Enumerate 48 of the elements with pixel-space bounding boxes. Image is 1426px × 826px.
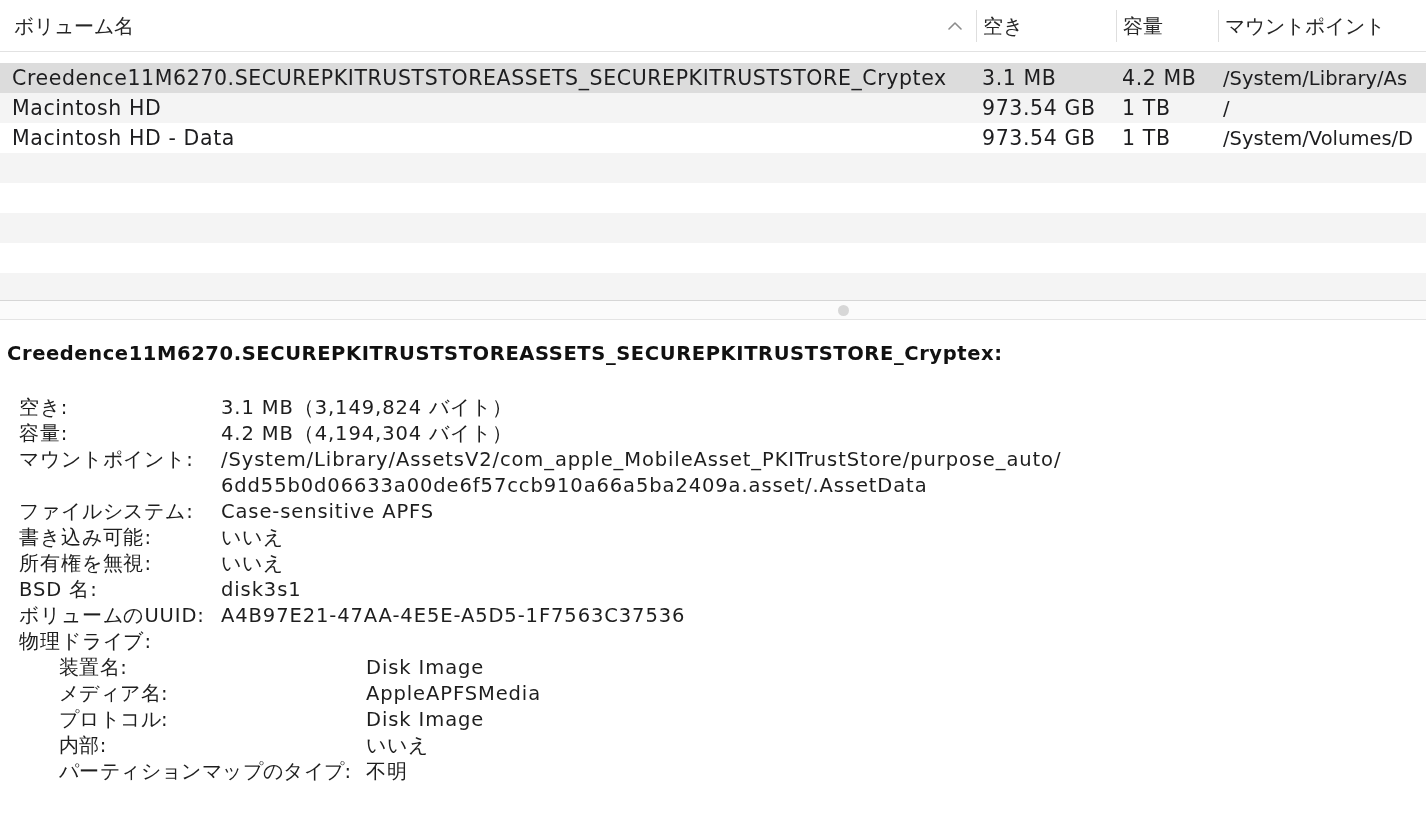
- field-value: disk3s1: [221, 577, 302, 603]
- field-value: Disk Image: [366, 707, 485, 733]
- field-label: 物理ドライブ:: [19, 629, 153, 655]
- table-cell-text: 1 TB: [1121, 95, 1172, 122]
- column-header[interactable]: 空き: [976, 9, 1116, 42]
- table-cell-text: Macintosh HD: [11, 95, 163, 122]
- field-label: メディア名:: [59, 681, 169, 707]
- field-value: いいえ: [366, 733, 429, 759]
- field-value: 4.2 MB（4,194,304 バイト）: [221, 421, 513, 447]
- splitter-handle-icon[interactable]: [837, 304, 849, 316]
- field-value: 不明: [366, 759, 408, 785]
- field-label: ファイルシステム:: [19, 499, 195, 525]
- field-value: いいえ: [221, 551, 284, 577]
- table-cell-text: /System/Library/As: [1222, 65, 1409, 92]
- field-label: BSD 名:: [19, 577, 99, 603]
- field-label: 容量:: [19, 421, 70, 447]
- table-cell-text: 973.54 GB: [981, 125, 1097, 152]
- field-label: 空き:: [19, 395, 70, 421]
- field-value: /System/Library/AssetsV2/com_apple_MobileAsset_PKITrustStore/purpose_auto/6dd55b0d06633a00de6f57ccb910a66a5ba2409a.asset/.AssetData: [221, 447, 1063, 499]
- table-cell-text: 4.2 MB: [1121, 65, 1198, 92]
- table-cell-text: 3.1 MB: [981, 65, 1058, 92]
- field-value: 3.1 MB（3,149,824 バイト）: [221, 395, 513, 421]
- field-label: 内部:: [59, 733, 108, 759]
- column-header[interactable]: 容量: [1116, 9, 1218, 42]
- table-row[interactable]: Macintosh HD - Data 973.54 GB 1 TB /System/Volumes/D: [0, 123, 1426, 153]
- table-cell-text: 1 TB: [1121, 125, 1172, 152]
- field-label: プロトコル:: [59, 707, 169, 733]
- column-header[interactable]: マウントポイント: [1218, 9, 1426, 42]
- field-value: AppleAPFSMedia: [366, 681, 542, 707]
- table-row[interactable]: Macintosh HD 973.54 GB 1 TB /: [0, 93, 1426, 123]
- table-row[interactable]: Creedence11M6270.SECUREPKITRUSTSTOREASSETS_SECUREPKITRUSTSTORE_Cryptex 3.1 MB 4.2 MB /System/Library/As: [0, 63, 1426, 93]
- field-value: いいえ: [221, 525, 284, 551]
- field-label: 装置名:: [59, 655, 129, 681]
- table-cell-text: /: [1222, 95, 1231, 122]
- table-cell-text: Creedence11M6270.SECUREPKITRUSTSTOREASSETS_SECUREPKITRUSTSTORE_Cryptex: [11, 65, 948, 93]
- field-label: ボリュームのUUID:: [19, 603, 206, 629]
- table-cell-text: Macintosh HD - Data: [11, 125, 236, 152]
- table-cell-text: 973.54 GB: [981, 95, 1097, 122]
- column-header[interactable]: ボリューム名: [0, 9, 976, 42]
- field-label: マウントポイント:: [19, 447, 195, 473]
- field-label: 書き込み可能:: [19, 525, 153, 551]
- field-label: 所有権を無視:: [19, 551, 153, 577]
- field-value: A4B97E21-47AA-4E5E-A5D5-1F7563C37536: [221, 603, 686, 629]
- field-value: Case-sensitive APFS: [221, 499, 435, 525]
- table-cell-text: /System/Volumes/D: [1222, 125, 1415, 152]
- details-title: Creedence11M6270.SECUREPKITRUSTSTOREASSETS_SECUREPKITRUSTSTORE_Cryptex:: [7, 342, 1004, 366]
- field-value: Disk Image: [366, 655, 485, 681]
- field-label: パーティションマップのタイプ:: [59, 759, 353, 785]
